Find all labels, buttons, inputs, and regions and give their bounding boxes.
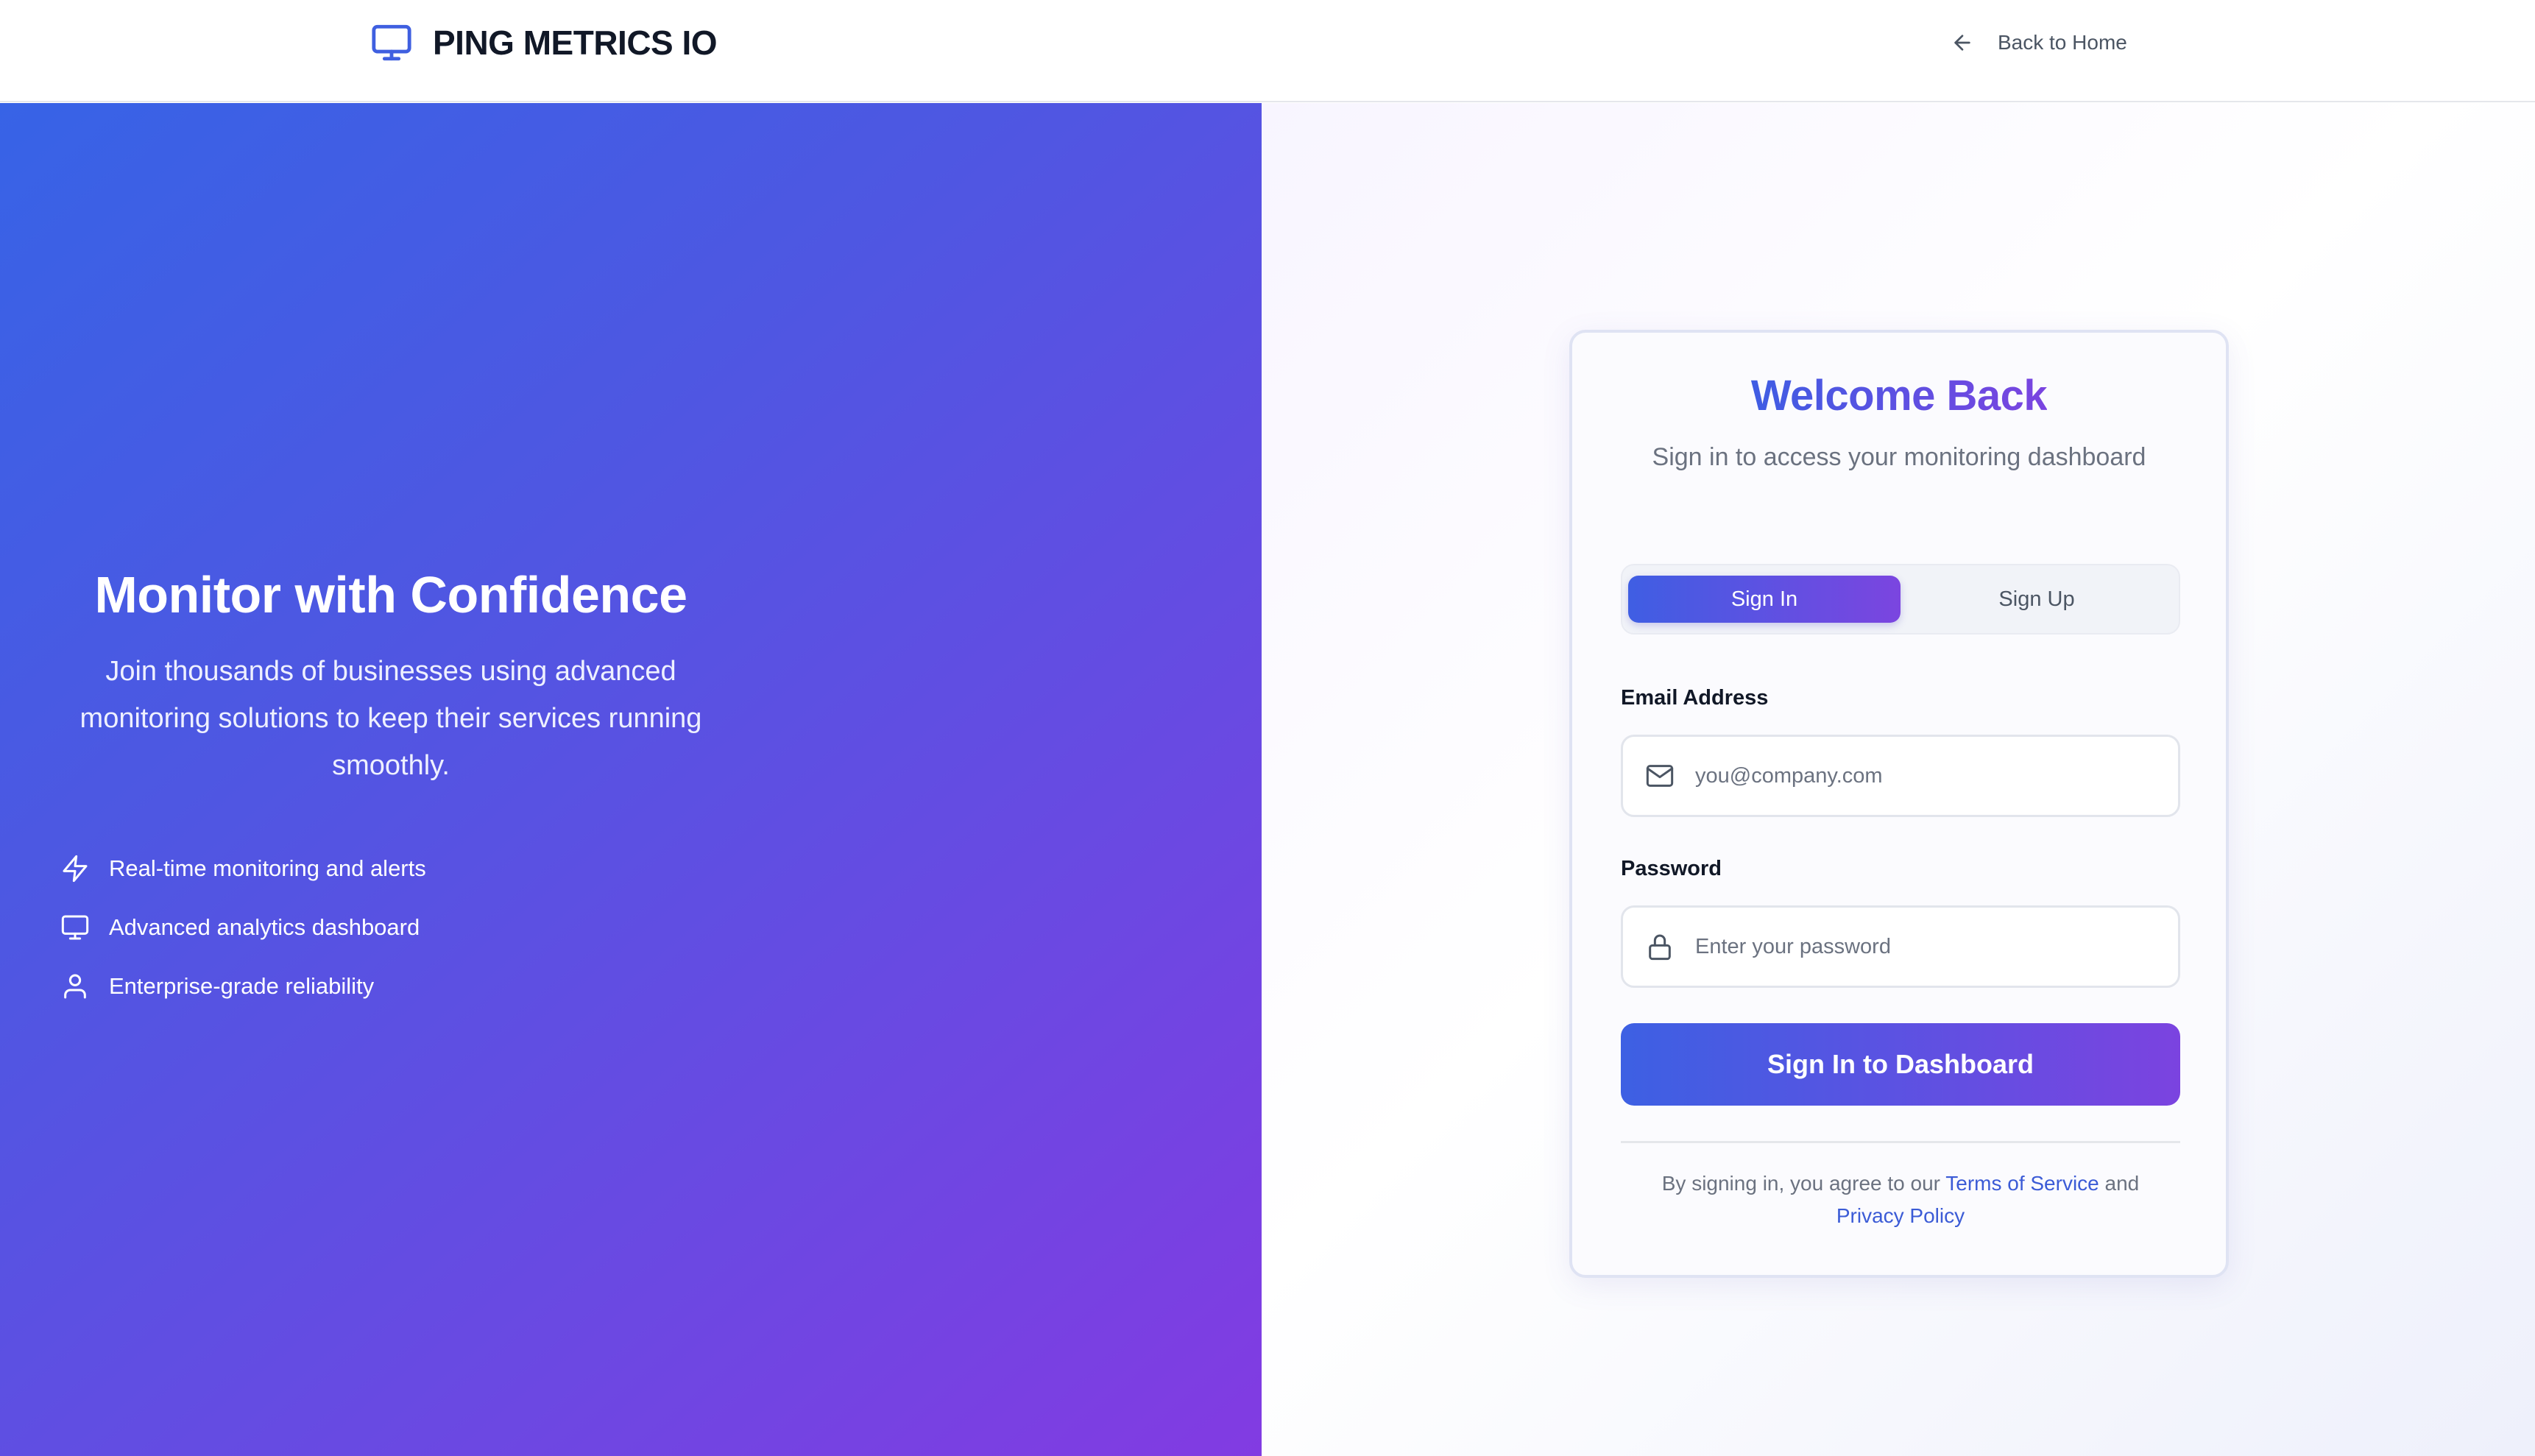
email-label: Email Address	[1621, 686, 1769, 710]
mail-icon	[1646, 765, 1674, 787]
card-title: Welcome Back	[1750, 372, 2048, 420]
email-input[interactable]	[1695, 763, 2137, 788]
back-to-home-link[interactable]: Back to Home	[1951, 26, 2127, 59]
feature-item-analytics: Advanced analytics dashboard	[60, 898, 426, 957]
monitor-icon	[61, 915, 89, 940]
legal-notice: By signing in, you agree to our Terms of…	[1621, 1167, 2180, 1232]
feature-label: Enterprise-grade reliability	[109, 973, 375, 999]
tab-sign-up[interactable]: Sign Up	[1901, 576, 2173, 623]
feature-label: Real-time monitoring and alerts	[109, 855, 426, 881]
feature-label: Advanced analytics dashboard	[109, 914, 420, 940]
tab-sign-in[interactable]: Sign In	[1628, 576, 1901, 623]
hero-subtitle: Join thousands of businesses using advan…	[79, 656, 702, 781]
feature-list: Real-time monitoring and alerts Advanced…	[60, 839, 426, 1016]
brand-name: PING METRICS IO	[433, 24, 718, 62]
divider	[1621, 1141, 2180, 1143]
privacy-policy-link[interactable]: Privacy Policy	[1836, 1204, 1965, 1227]
hero-panel: Monitor with Confidence Join thousands o…	[0, 103, 1262, 1456]
password-label: Password	[1621, 857, 1722, 880]
lock-icon	[1649, 934, 1671, 961]
lightning-icon	[63, 855, 88, 883]
feature-item-reliability: Enterprise-grade reliability	[60, 957, 426, 1016]
terms-of-service-link[interactable]: Terms of Service	[1945, 1172, 2099, 1195]
auth-tabs: Sign In Sign Up	[1621, 564, 2180, 635]
top-header: PING METRICS IO Back to Home	[0, 0, 2535, 102]
user-icon	[64, 974, 86, 999]
hero-title: Monitor with Confidence	[94, 566, 687, 623]
legal-conjunction: and	[2104, 1172, 2140, 1195]
legal-prefix: By signing in, you agree to our	[1661, 1172, 1940, 1195]
card-subtitle: Sign in to access your monitoring dashbo…	[1652, 443, 2146, 471]
sign-in-submit-button[interactable]: Sign In to Dashboard	[1621, 1023, 2180, 1106]
password-field-wrapper	[1621, 905, 2180, 988]
arrow-left-icon	[1954, 35, 1970, 51]
feature-item-realtime: Real-time monitoring and alerts	[60, 839, 426, 898]
monitor-icon	[372, 24, 411, 61]
back-to-home-label: Back to Home	[1998, 31, 2127, 54]
brand-logo[interactable]: PING METRICS IO	[370, 21, 718, 65]
email-field-wrapper	[1621, 735, 2180, 817]
password-input[interactable]	[1695, 934, 2137, 959]
login-card: Welcome Back Sign in to access your moni…	[1569, 330, 2229, 1278]
